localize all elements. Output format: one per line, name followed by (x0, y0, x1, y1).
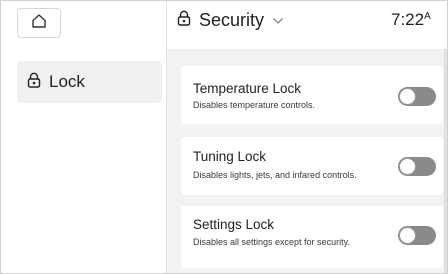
setting-title: Settings Lock (193, 217, 275, 232)
setting-description: Disables temperature controls. (193, 100, 316, 110)
setting-card-temperature-lock: Temperature Lock Disables temperature co… (181, 66, 443, 124)
sidebar: Lock (1, 1, 167, 273)
app-frame: Lock Security 7:22A Temperature Lock Dis… (0, 0, 448, 274)
header: Security 7:22A (167, 1, 447, 49)
page-title: Security (199, 10, 265, 30)
section-dropdown[interactable]: Security (177, 10, 284, 31)
toggle-knob (399, 227, 416, 244)
setting-description: Disables all settings except for securit… (193, 237, 350, 247)
toggle-knob (399, 158, 416, 175)
clock-time: 7:22 (391, 10, 425, 29)
temperature-lock-toggle[interactable] (398, 87, 436, 106)
scrollbar[interactable] (444, 49, 447, 273)
setting-card-tuning-lock: Tuning Lock Disables lights, jets, and i… (181, 137, 443, 195)
lock-icon (27, 72, 41, 93)
home-icon (30, 12, 48, 35)
clock-suffix: A (424, 11, 431, 22)
clock: 7:22A (391, 10, 431, 30)
setting-title: Temperature Lock (193, 81, 302, 96)
setting-title: Tuning Lock (193, 149, 267, 164)
home-button[interactable] (17, 8, 61, 38)
settings-lock-toggle[interactable] (398, 226, 436, 245)
chevron-down-icon (272, 17, 284, 25)
sidebar-item-label: Lock (49, 72, 85, 91)
sidebar-item-lock[interactable]: Lock (17, 61, 162, 103)
setting-card-settings-lock: Settings Lock Disables all settings exce… (181, 206, 443, 268)
setting-description: Disables lights, jets, and infared contr… (193, 170, 357, 180)
lock-icon (177, 10, 191, 31)
tuning-lock-toggle[interactable] (398, 157, 436, 176)
toggle-knob (399, 88, 416, 105)
main-content: Temperature Lock Disables temperature co… (167, 49, 447, 273)
